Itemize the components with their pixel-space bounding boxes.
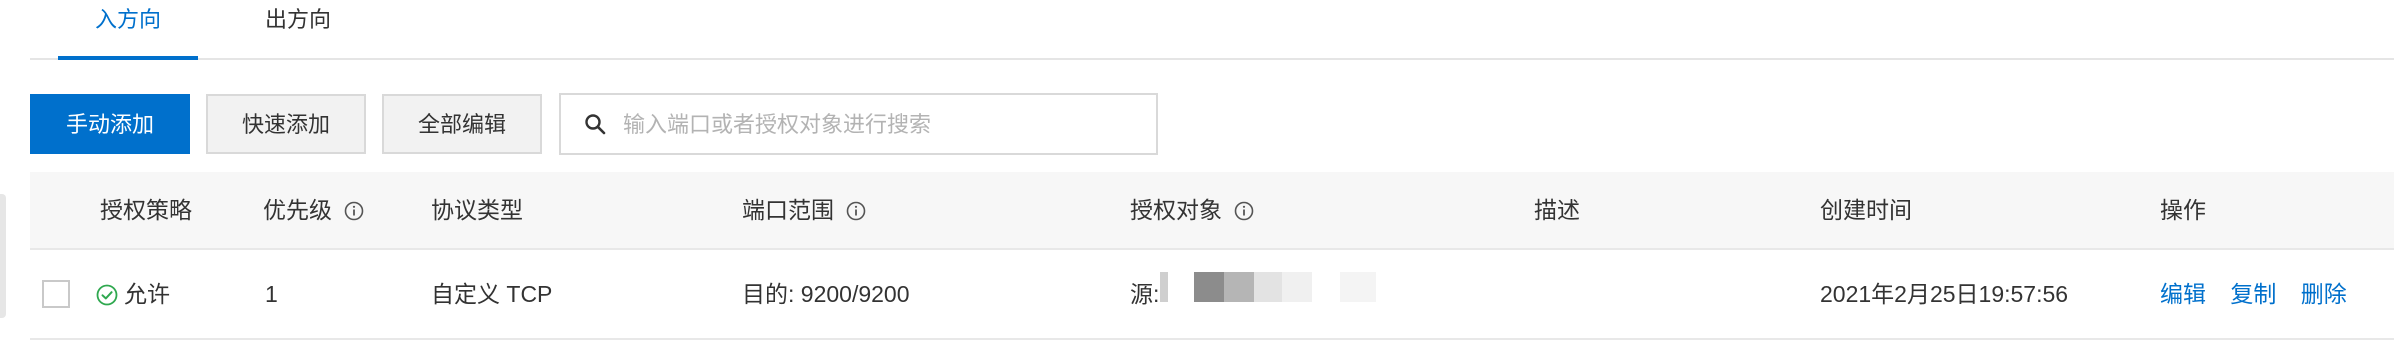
info-icon[interactable]: [1234, 201, 1254, 221]
header-protocol: 协议类型: [431, 172, 523, 248]
header-auth-object: 授权对象: [1130, 172, 1254, 248]
security-group-rules-panel: 入方向 出方向 手动添加 快速添加 全部编辑 授权策略 优先级: [0, 0, 2394, 340]
header-auth-object-label: 授权对象: [1130, 197, 1222, 223]
header-created-label: 创建时间: [1820, 197, 1912, 223]
header-policy: 授权策略: [100, 172, 192, 248]
header-protocol-label: 协议类型: [431, 197, 523, 223]
redacted-block: [1194, 272, 1224, 302]
edit-all-button[interactable]: 全部编辑: [382, 94, 542, 154]
header-description: 描述: [1534, 172, 1580, 248]
search-input[interactable]: [621, 103, 1145, 147]
redacted-block: [1282, 272, 1312, 302]
tab-outbound-label: 出方向: [264, 7, 331, 32]
header-actions: 操作: [2160, 172, 2206, 248]
direction-tabs: 入方向 出方向: [30, 0, 2394, 60]
search-box: [559, 93, 1158, 155]
cell-port-range: 目的: 9200/9200: [742, 281, 910, 307]
info-icon[interactable]: [344, 201, 364, 221]
copy-link[interactable]: 复制: [2230, 281, 2276, 307]
active-tab-indicator: [58, 56, 198, 60]
cell-protocol: 自定义 TCP: [431, 281, 553, 307]
header-policy-label: 授权策略: [100, 197, 192, 223]
sidebar-collapse-handle[interactable]: [0, 194, 6, 318]
search-icon: [585, 114, 606, 135]
header-port-range-label: 端口范围: [742, 197, 834, 223]
auth-object-prefix: 源:: [1130, 281, 1160, 307]
policy-value: 允许: [124, 281, 170, 307]
header-port-range: 端口范围: [742, 172, 866, 248]
manual-add-button[interactable]: 手动添加: [30, 94, 190, 154]
header-actions-label: 操作: [2160, 197, 2206, 223]
header-description-label: 描述: [1534, 197, 1580, 223]
cell-created: 2021年2月25日19:57:56: [1820, 281, 2069, 307]
header-created: 创建时间: [1820, 172, 1912, 248]
header-priority: 优先级: [263, 172, 364, 248]
delete-link[interactable]: 删除: [2301, 281, 2347, 307]
info-icon[interactable]: [846, 201, 866, 221]
cell-auth-object: 源:: [1130, 250, 1159, 338]
redacted-block: [1160, 272, 1168, 302]
tab-inbound[interactable]: 入方向: [58, 2, 198, 60]
cell-policy: 允许: [96, 250, 170, 338]
redacted-block: [1340, 272, 1376, 302]
edit-link[interactable]: 编辑: [2160, 281, 2206, 307]
cell-actions: 编辑 复制 删除: [2160, 250, 2347, 338]
tab-outbound[interactable]: 出方向: [259, 2, 337, 54]
table-header: 授权策略 优先级 协议类型 端口范围 授权对象 描述 创建时间 操作: [30, 172, 2394, 250]
cell-priority: 1: [265, 281, 278, 307]
redacted-block: [1254, 272, 1282, 302]
redacted-block: [1224, 272, 1254, 302]
check-circle-icon: [96, 284, 118, 306]
row-checkbox[interactable]: [42, 280, 70, 308]
header-priority-label: 优先级: [263, 197, 332, 223]
quick-add-button[interactable]: 快速添加: [206, 94, 366, 154]
tab-inbound-label: 入方向: [94, 7, 161, 32]
